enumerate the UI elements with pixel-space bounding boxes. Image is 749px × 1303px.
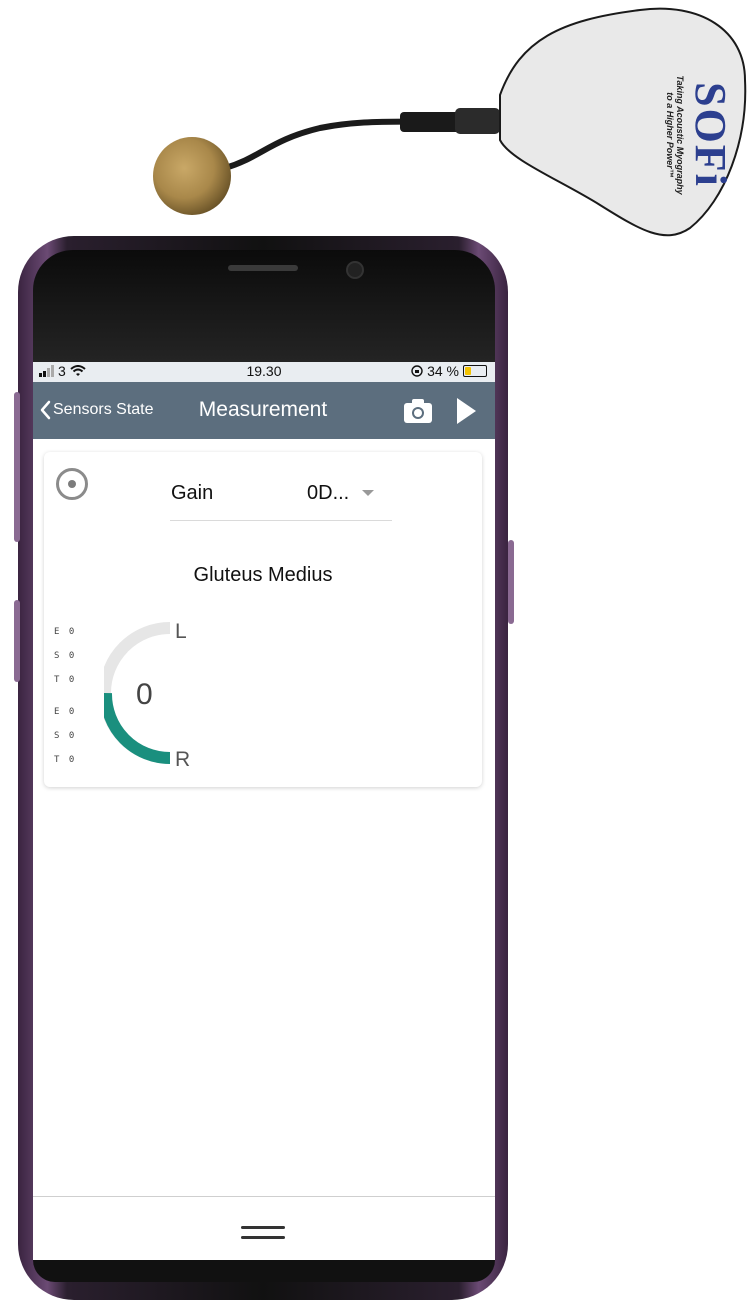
scale-label: S 0 [54, 651, 77, 661]
bixby-button [14, 600, 20, 682]
scale-label: T 0 [54, 675, 77, 685]
nav-bar: Sensors State Measurement [33, 382, 495, 439]
battery-icon [463, 365, 487, 377]
scale-label: E 0 [54, 707, 77, 717]
muscle-name: Gluteus Medius [193, 564, 333, 586]
rotation-lock-icon [411, 365, 423, 377]
gain-underline [170, 520, 392, 521]
earpiece-speaker [228, 265, 298, 271]
home-indicator[interactable] [241, 1226, 285, 1246]
scale-bottom: E 0 S 0 T 0 [54, 707, 76, 779]
left-label: L [175, 620, 187, 643]
brand-tagline: Taking Acoustic Myography to a Higher Po… [665, 75, 685, 195]
front-camera [348, 263, 362, 277]
device-brand-label: SOFi Taking Acoustic Myography to a High… [586, 75, 736, 195]
status-right: 34 % [411, 363, 487, 379]
power-button [508, 540, 514, 624]
status-bar: 3 19.30 34 % [33, 362, 495, 382]
scale-top: E 0 S 0 T 0 [54, 627, 76, 699]
electrode-disc [153, 137, 231, 215]
sensor-select-radio[interactable] [56, 468, 88, 500]
gain-dropdown[interactable]: 0D... [307, 482, 387, 508]
battery-percent: 34 % [427, 363, 459, 379]
dropdown-arrow-icon [362, 490, 374, 496]
bottom-divider [33, 1196, 495, 1197]
scale-label: E 0 [54, 627, 77, 637]
sensor-device-image: SOFi Taking Acoustic Myography to a High… [0, 0, 749, 240]
gauge-value: 0 [136, 678, 153, 711]
volume-button [14, 392, 20, 542]
scale-label: S 0 [54, 731, 77, 741]
gain-value: 0D... [307, 482, 350, 504]
app-screen: 3 19.30 34 % Sensors State Measurement G… [33, 362, 495, 1260]
scale-label: T 0 [54, 755, 77, 765]
measurement-card: Gain 0D... Gluteus Medius E 0 S 0 T 0 E … [44, 452, 482, 787]
phone-bottom-bezel [33, 1260, 495, 1282]
play-icon[interactable] [454, 396, 478, 426]
camera-icon[interactable] [403, 396, 433, 426]
brand-logo-text: SOFi [686, 82, 735, 188]
right-label: R [175, 748, 191, 771]
gain-label: Gain [171, 482, 214, 504]
